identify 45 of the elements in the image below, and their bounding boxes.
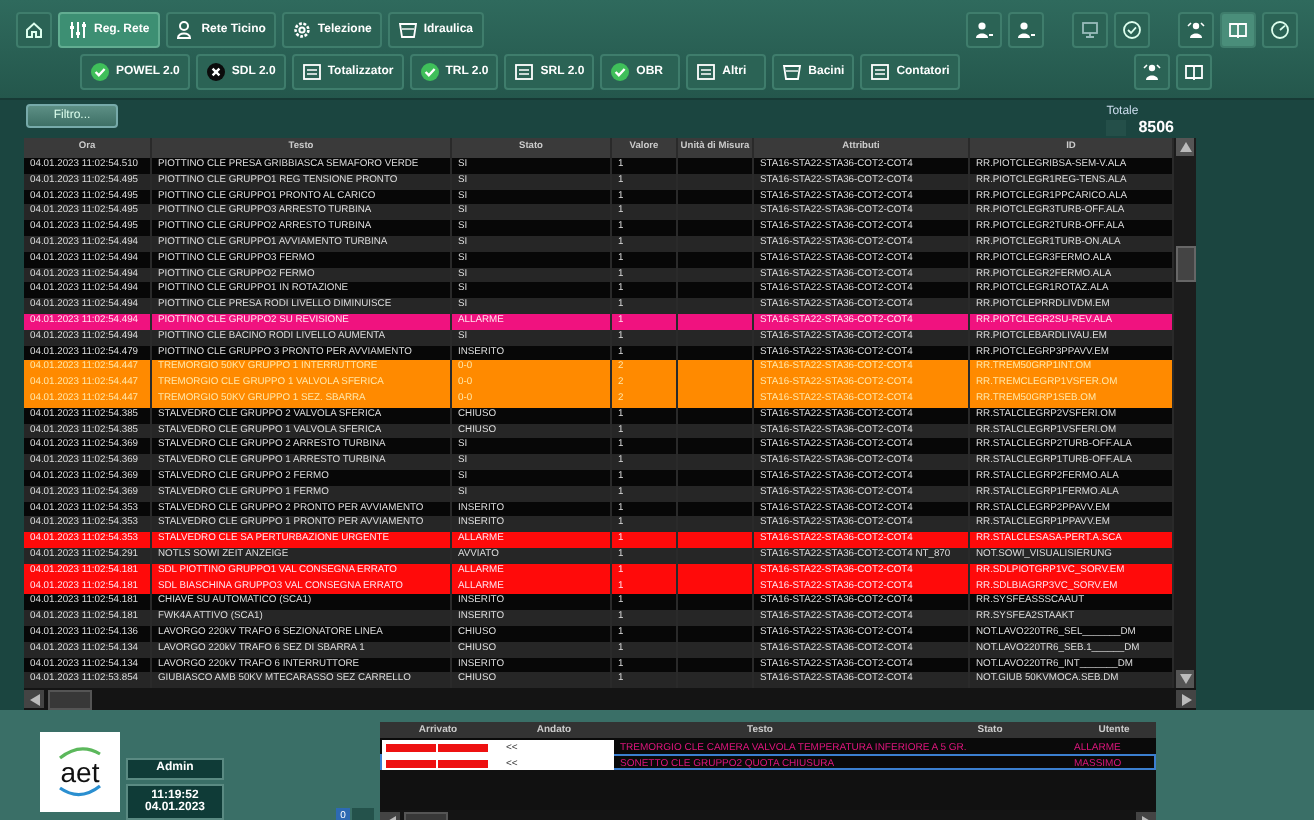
- total-value: 8506: [1138, 118, 1174, 136]
- logo-text: aet: [60, 760, 100, 785]
- monitor-icon: [1080, 19, 1100, 39]
- person-icon: [1016, 19, 1036, 39]
- check-circle-icon: [610, 61, 631, 81]
- person-arrows-icon: [1186, 19, 1206, 39]
- logo-swoosh-icon: [58, 746, 102, 761]
- book-icon: [1228, 19, 1248, 39]
- person-arrows-icon: [1142, 61, 1162, 81]
- basin-icon: [782, 61, 803, 81]
- logo-swoosh-icon: [58, 784, 102, 799]
- cross-circle-icon: [205, 61, 226, 81]
- home-icon: [24, 19, 44, 39]
- arrival-bar-drawing: [382, 740, 498, 757]
- document-icon: [301, 61, 322, 81]
- check-circle-button[interactable]: [1114, 11, 1150, 47]
- scroll-down-button[interactable]: [1176, 670, 1194, 689]
- scroll-thumb[interactable]: [48, 689, 92, 710]
- check-circle-icon: [1122, 19, 1142, 39]
- document-icon: [696, 61, 717, 81]
- person-arrows-button[interactable]: [1134, 53, 1170, 89]
- gauge-icon: [1270, 19, 1290, 39]
- scroll-left-button[interactable]: [24, 690, 44, 709]
- monitor-button[interactable]: [1072, 11, 1108, 47]
- gauge-button[interactable]: [1262, 11, 1298, 47]
- scroll-thumb[interactable]: [1175, 245, 1195, 282]
- sliders-icon: [68, 19, 88, 39]
- person-icon: [974, 19, 994, 39]
- status-square: [1106, 119, 1127, 135]
- check-circle-icon: [419, 61, 440, 81]
- scroll-up-button[interactable]: [1176, 138, 1194, 156]
- home-button[interactable]: [16, 11, 52, 47]
- person-button[interactable]: [966, 11, 1002, 47]
- gear-icon: [291, 19, 312, 39]
- check-circle-icon: [90, 61, 110, 81]
- basin-icon: [397, 19, 418, 39]
- person-icon: [175, 19, 196, 39]
- book-button[interactable]: [1220, 11, 1256, 47]
- document-icon: [514, 61, 535, 81]
- person-arrows-button[interactable]: [1178, 11, 1214, 47]
- document-icon: [870, 61, 891, 81]
- book-button[interactable]: [1176, 53, 1212, 89]
- scroll-right-button[interactable]: [1176, 690, 1196, 709]
- book-icon: [1184, 61, 1204, 81]
- person-button[interactable]: [1008, 11, 1044, 47]
